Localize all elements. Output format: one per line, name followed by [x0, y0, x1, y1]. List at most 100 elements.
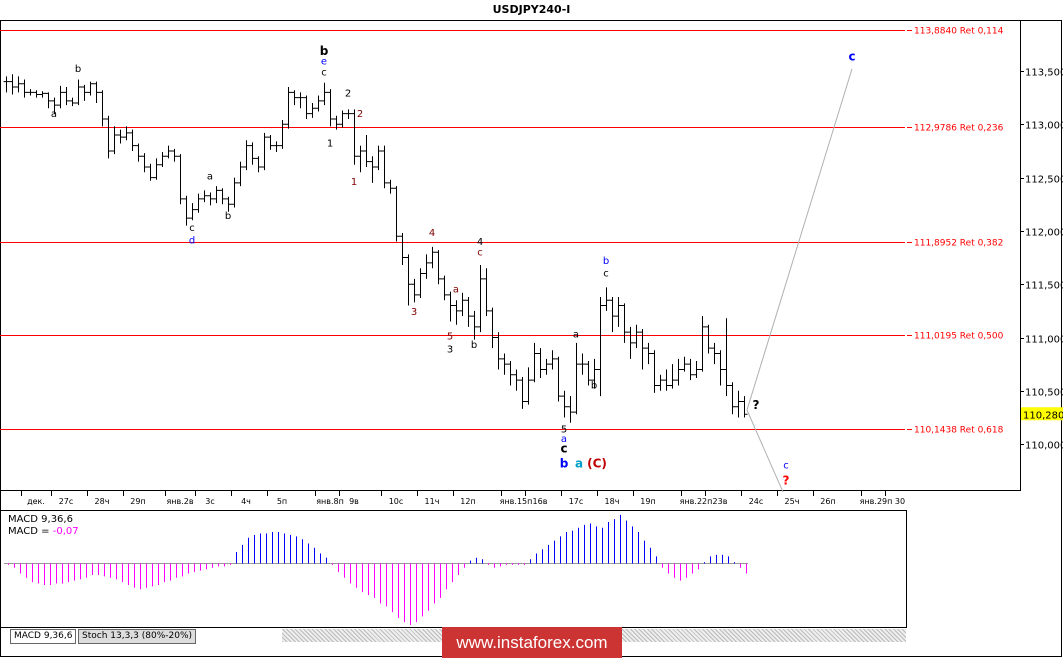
ohlc-bar: [555, 356, 562, 402]
ohlc-bar: [597, 296, 604, 397]
ohlc-bar: [285, 86, 292, 129]
ohlc-bar: [729, 382, 736, 415]
wave-label: 3: [447, 344, 453, 355]
fib-level-label: 111,8952 Ret 0,382: [914, 239, 1003, 249]
ohlc-bar: [33, 90, 40, 98]
ohlc-bar: [207, 192, 214, 206]
ohlc-bar: [321, 82, 328, 106]
wave-label: (C): [587, 457, 607, 471]
ohlc-bar: [537, 348, 544, 379]
wave-label: 2: [345, 89, 351, 100]
ohlc-bar: [201, 190, 208, 203]
ohlc-bar: [501, 353, 508, 375]
ohlc-bar: [15, 76, 22, 93]
ohlc-bar: [447, 291, 454, 322]
wave-label: b: [225, 211, 231, 222]
wave-label: b: [560, 457, 569, 471]
macd-value-label: MACD = -0,07: [8, 526, 79, 537]
ohlc-bar: [69, 97, 76, 107]
ohlc-bar: [363, 134, 370, 167]
fib-level-label: 113,8840 Ret 0,114: [914, 27, 1004, 37]
ohlc-bar: [711, 342, 718, 365]
wave-label: 5: [447, 332, 453, 343]
price-tick-label: 113,000: [1025, 121, 1063, 132]
ohlc-bar: [309, 102, 316, 118]
ohlc-bar: [369, 156, 376, 183]
time-tick-label: янв.29п: [860, 497, 893, 506]
ohlc-bar: [459, 292, 466, 317]
ohlc-bar: [237, 161, 244, 187]
wave-label: c: [848, 49, 855, 63]
ohlc-bar: [465, 296, 472, 327]
ohlc-bar: [39, 91, 46, 98]
macd-value-prefix: MACD =: [8, 526, 53, 537]
wave-label: c: [560, 442, 567, 456]
ohlc-bar: [579, 353, 586, 375]
time-tick-label: янв.15п: [500, 497, 533, 506]
ohlc-bar: [273, 141, 280, 153]
price-tick-label: 113,500: [1025, 68, 1063, 79]
ohlc-bar: [519, 376, 526, 409]
ohlc-bar: [423, 254, 430, 279]
ohlc-bar: [315, 95, 322, 112]
ohlc-bar: [381, 145, 388, 189]
wave-label: ?: [783, 474, 790, 488]
ohlc-bar: [9, 74, 16, 95]
wave-label: c: [477, 247, 483, 258]
wave-label: b: [471, 340, 477, 351]
ohlc-bar: [429, 246, 436, 269]
wave-label: e: [321, 57, 327, 68]
wave-label: b: [603, 256, 609, 267]
ohlc-bar: [507, 360, 514, 386]
tab-macd[interactable]: MACD 9,36,6: [10, 629, 77, 644]
ohlc-bar: [675, 358, 682, 386]
ohlc-bar: [741, 396, 748, 418]
ohlc-bar: [621, 303, 628, 343]
price-chart[interactable]: 113,8840 Ret 0,114 112,9786 Ret 0,236 111,…: [0, 0, 1063, 658]
ohlc-bar: [345, 109, 352, 119]
ohlc-bar: [489, 307, 496, 349]
ohlc-bar: [135, 143, 142, 162]
macd-value: -0,07: [52, 526, 79, 537]
ohlc-bar: [687, 358, 694, 381]
ohlc-bar: [93, 81, 100, 103]
ohlc-bar: [651, 350, 658, 393]
ohlc-bar: [3, 76, 10, 93]
time-tick-label: 24с: [749, 497, 764, 506]
ohlc-bar: [609, 296, 616, 333]
ohlc-bar: [735, 390, 742, 418]
time-tick-label: 23в: [713, 497, 728, 506]
ohlc-bar: [75, 79, 82, 106]
ohlc-bar: [183, 195, 190, 226]
ohlc-bar: [483, 268, 490, 317]
wave-projection-line: [746, 68, 853, 411]
wave-label: c: [189, 223, 195, 234]
wave-label: a: [575, 457, 583, 471]
watermark-logo: www.instaforex.com: [442, 627, 622, 658]
ohlc-bar: [303, 95, 310, 119]
wave-projection-line: [746, 409, 784, 493]
ohlc-bar: [117, 129, 124, 144]
time-tick-label: 3с: [205, 497, 215, 506]
wave-label: 1: [327, 139, 333, 150]
price-tick-label: 112,500: [1025, 175, 1063, 186]
ohlc-bar: [633, 324, 640, 349]
wave-label: d: [189, 236, 195, 247]
ohlc-bar: [123, 126, 130, 141]
ohlc-bar: [387, 179, 394, 194]
ohlc-bar: [573, 342, 580, 415]
ohlc-bar: [99, 90, 106, 127]
time-tick-label: 29п: [130, 497, 145, 506]
time-tick-label: янв.22п: [680, 497, 713, 506]
time-tick-label: дек.: [27, 497, 45, 506]
wave-label: a: [207, 172, 213, 183]
ohlc-bar: [225, 196, 232, 212]
ohlc-bar: [105, 115, 112, 159]
wave-label: a: [51, 109, 57, 120]
tab-stoch[interactable]: Stoch 13,3,3 (80%-20%): [78, 629, 197, 644]
wave-label: ?: [753, 398, 760, 412]
ohlc-bar: [411, 278, 418, 303]
ohlc-bar: [375, 145, 382, 171]
ohlc-bar: [561, 390, 568, 418]
price-tick-label: 110,000: [1025, 441, 1063, 452]
